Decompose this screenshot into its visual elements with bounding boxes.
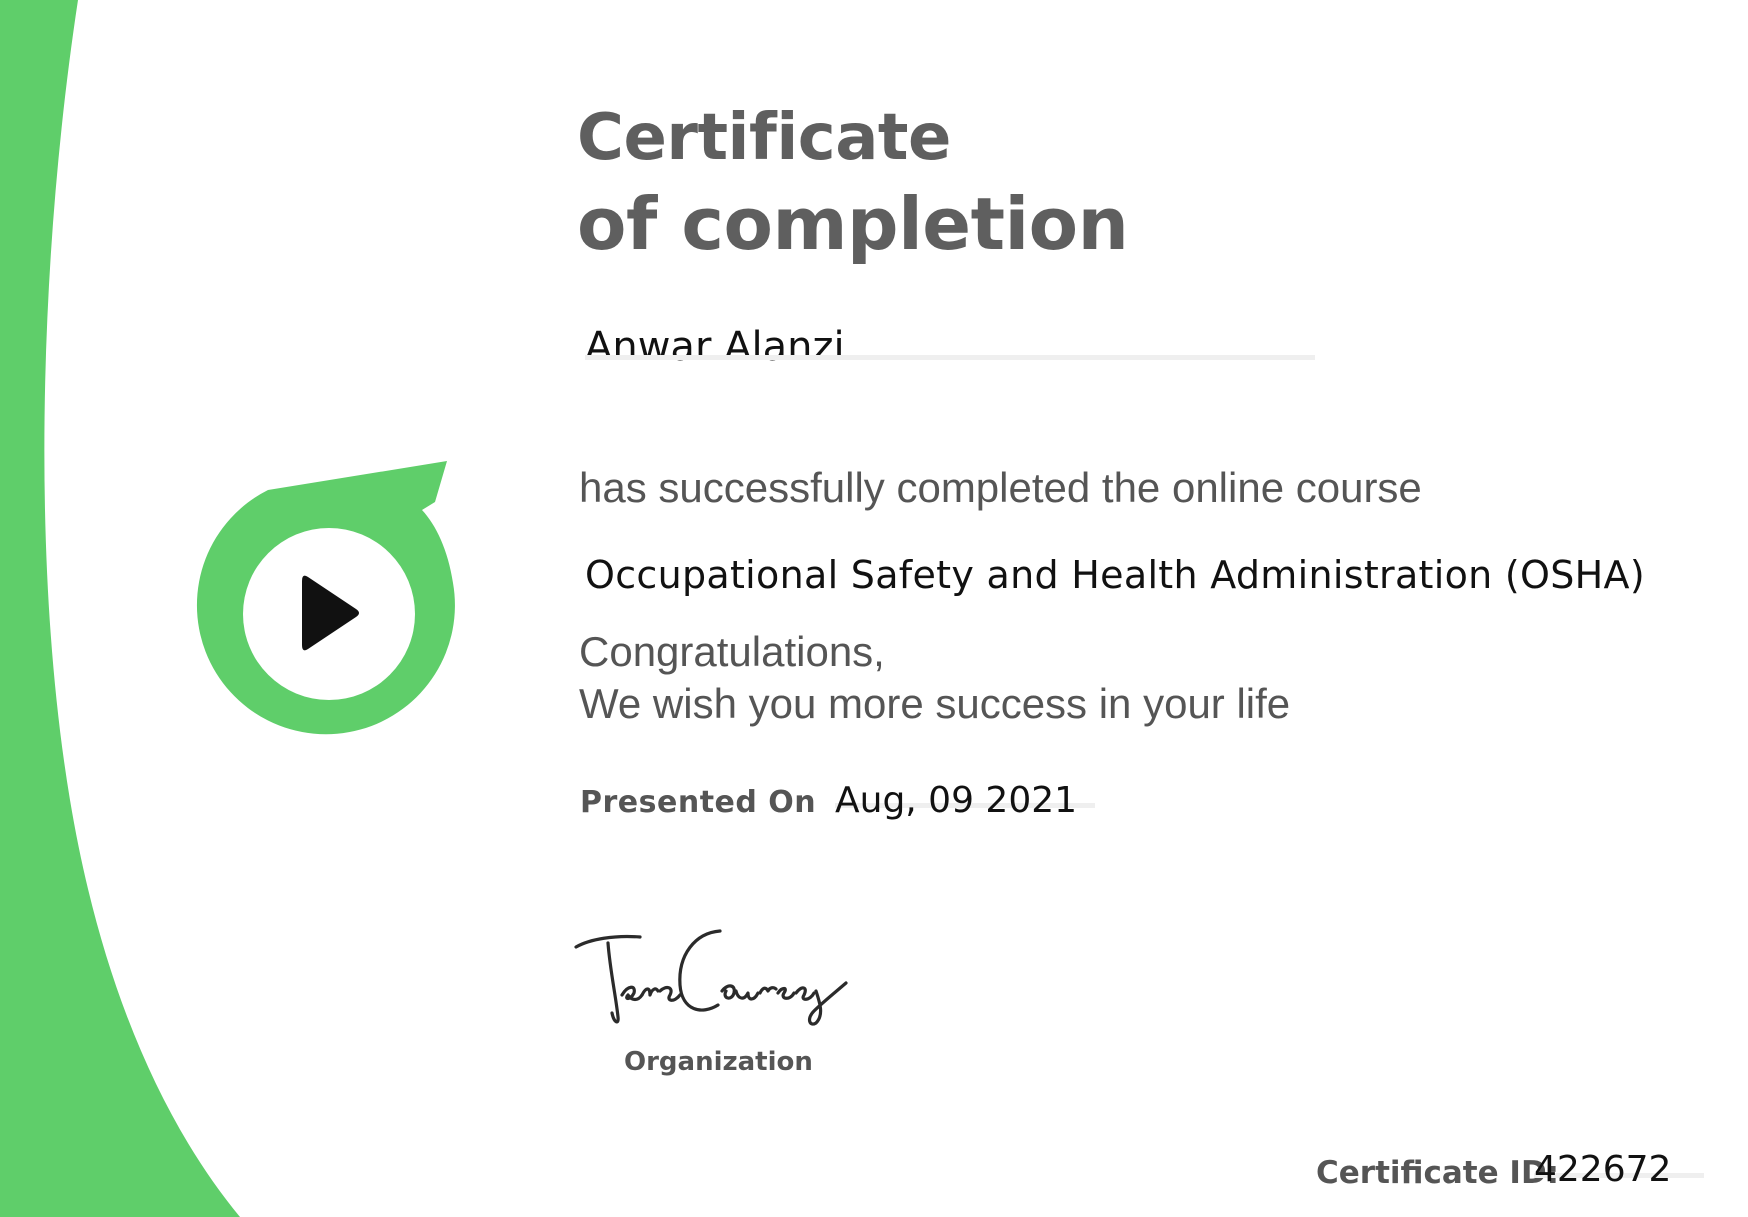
course-name: Occupational Safety and Health Administr… <box>585 553 1645 597</box>
completion-statement: has successfully completed the online co… <box>579 464 1422 511</box>
organization-label: Organization <box>624 1047 813 1077</box>
certificate-id-label: Certificate ID: <box>1316 1155 1560 1191</box>
certificate-page: Certificate of completion Anwar Alanzi h… <box>0 0 1748 1217</box>
certificate-title: Certificate of completion <box>577 95 1129 267</box>
title-line-1: Certificate <box>577 101 951 175</box>
organization-signature <box>574 929 848 1026</box>
recipient-underline <box>585 355 1315 360</box>
congrats-line-2: We wish you more success in your life <box>579 680 1291 727</box>
certificate-id-value: 422672 <box>1534 1149 1672 1190</box>
presented-date: Aug, 09 2021 <box>835 780 1078 821</box>
title-line-2: of completion <box>577 182 1129 266</box>
play-ring-logo-icon <box>196 461 455 735</box>
recipient-name: Anwar Alanzi <box>585 324 845 370</box>
congratulations-message: Congratulations, We wish you more succes… <box>579 626 1290 730</box>
presented-on-label: Presented On <box>580 785 817 820</box>
congrats-line-1: Congratulations, <box>579 628 885 675</box>
